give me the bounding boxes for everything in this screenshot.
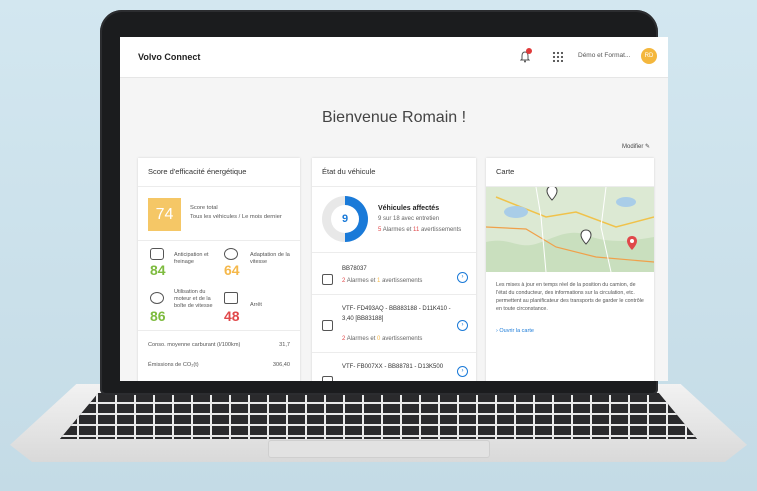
score-label: Score total	[190, 205, 218, 211]
info-icon[interactable]: ›	[457, 272, 468, 283]
vehicle-name[interactable]: BB78037	[342, 264, 452, 274]
divider	[312, 294, 476, 295]
vehicle-alerts: 2 Alarmes et 1 avertissements	[342, 278, 422, 284]
affected-title: Véhicules affectés	[378, 205, 440, 212]
vehicle-status-card: État du véhicule 9 Véhicules affectés 9 …	[312, 158, 476, 381]
truck-icon	[322, 320, 333, 331]
metric-value[interactable]: 84	[150, 262, 166, 278]
modify-button[interactable]: Modifier ✎	[622, 143, 650, 150]
map-card: Carte Les mises à jour en temps réel de …	[486, 158, 654, 381]
alarms-summary: 5 Alarmes et 11 avertissements	[378, 227, 461, 233]
warn-word: avertissements	[382, 278, 423, 284]
map-card-title: Carte	[486, 158, 654, 187]
user-name[interactable]: Démo et Format...	[578, 52, 630, 59]
map-preview[interactable]	[486, 187, 654, 272]
metric-value[interactable]: 48	[224, 308, 240, 324]
vehicle-marker-icon[interactable]	[580, 229, 592, 245]
metric-label: Adaptation de la vitesse	[250, 252, 290, 265]
notification-bell-icon[interactable]	[519, 48, 532, 63]
metric-label: Utilisation du moteur et de la boîte de …	[174, 289, 213, 309]
app-title[interactable]: Volvo Connect	[138, 52, 200, 62]
warnings-text: avertissements	[420, 227, 462, 233]
map-description: Les mises à jour en temps réel de la pos…	[496, 282, 644, 312]
fuel-row-label: Conso. moyenne carburant (l/100km)	[148, 342, 241, 348]
metric-label: Anticipation et freinage	[174, 252, 209, 265]
alarm-word: Alarmes et	[346, 278, 376, 284]
open-map-label: Ouvrir la carte	[499, 328, 534, 334]
location-pin-icon[interactable]	[626, 235, 638, 251]
vehicle-name[interactable]: VTF- FB007XX - BB88781 - D13K500	[342, 362, 452, 372]
apps-grid-icon[interactable]	[552, 51, 563, 62]
truck-icon	[322, 274, 333, 285]
metric-value[interactable]: 86	[150, 308, 166, 324]
divider	[312, 352, 476, 353]
truck-icon	[322, 376, 333, 381]
vehicle-alarms: 2	[342, 336, 346, 342]
pencil-icon: ✎	[645, 144, 651, 150]
notification-dot	[526, 48, 532, 54]
map-graphic	[486, 187, 654, 272]
alarms-text: Alarmes et	[382, 227, 412, 233]
fuel-row-value: 31,7	[279, 342, 290, 348]
chevron-right-icon: ›	[496, 328, 498, 334]
affected-vehicles-donut[interactable]: 9	[322, 196, 368, 242]
vehicle-alarms: 2	[342, 278, 346, 284]
divider	[312, 252, 476, 253]
score-sub: Tous les véhicules / Le mois dernier	[190, 214, 282, 220]
total-score[interactable]: 74	[148, 198, 181, 231]
co2-row-value: 306,40	[272, 362, 290, 368]
info-icon[interactable]: ›	[457, 366, 468, 377]
vehicle-warnings: 0	[377, 336, 381, 342]
avatar[interactable]: RD	[641, 48, 657, 64]
keyboard-rows	[60, 393, 697, 439]
speedometer-icon	[224, 248, 238, 260]
vehicle-marker-icon[interactable]	[546, 187, 558, 201]
affected-sub: 9 sur 18 avec entretien	[378, 216, 440, 222]
alarms-count: 5	[378, 227, 382, 233]
brake-icon	[150, 248, 164, 260]
open-map-link[interactable]: › Ouvrir la carte	[496, 328, 534, 334]
metric-value[interactable]: 64	[224, 262, 240, 278]
info-icon[interactable]: ›	[457, 320, 468, 331]
vehicle-card-title: État du véhicule	[312, 158, 476, 187]
stop-icon	[224, 292, 238, 304]
engine-icon	[150, 292, 164, 304]
donut-value: 9	[331, 205, 359, 233]
vehicle-alerts: 2 Alarmes et 0 avertissements	[342, 336, 422, 342]
vehicle-warnings: 1	[377, 278, 381, 284]
modify-label: Modifier	[622, 144, 644, 150]
warn-word: avertissements	[382, 336, 423, 342]
alarm-word: Alarmes et	[346, 336, 376, 342]
welcome-title: Bienvenue Romain !	[321, 109, 467, 126]
metric-label: Arrêt	[250, 302, 262, 308]
co2-row-label: Émissions de CO₂(t)	[148, 362, 199, 368]
divider	[138, 240, 300, 241]
energy-card-title: Score d'efficacité énergétique	[138, 158, 300, 187]
divider	[138, 330, 300, 331]
warnings-count: 11	[413, 227, 420, 233]
energy-score-card: Score d'efficacité énergétique 74 Score …	[138, 158, 300, 381]
laptop-screen: Volvo Connect Démo et Format... RD Bienv…	[120, 37, 668, 381]
top-bar: Volvo Connect Démo et Format... RD	[120, 37, 668, 78]
score-description: Score total Tous les véhicules / Le mois…	[190, 204, 282, 222]
vehicle-name[interactable]: VTF- FD493AQ - BB883188 - D11K410 - 3,40…	[342, 304, 452, 324]
touchpad	[268, 440, 490, 458]
